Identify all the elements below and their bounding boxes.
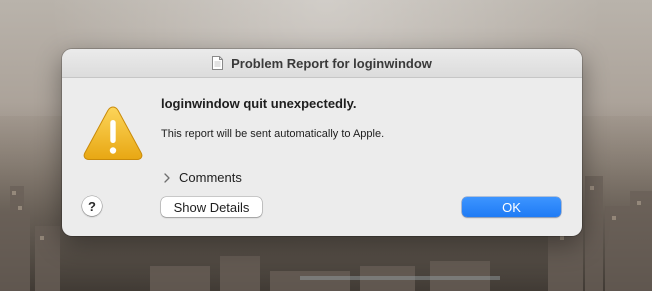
chevron-right-icon — [164, 172, 170, 183]
dialog-title: Problem Report for loginwindow — [231, 55, 432, 71]
document-icon — [212, 56, 224, 70]
comments-disclosure[interactable]: Comments — [163, 170, 242, 185]
dialog-titlebar: Problem Report for loginwindow — [62, 49, 582, 78]
alert-headline: loginwindow quit unexpectedly. — [161, 96, 357, 111]
help-button[interactable]: ? — [82, 196, 102, 216]
alert-message: This report will be sent automatically t… — [161, 128, 385, 140]
warning-triangle-icon — [83, 106, 143, 160]
comments-label: Comments — [179, 170, 242, 185]
ok-button[interactable]: OK — [462, 197, 561, 217]
problem-report-dialog: Problem Report for loginwindow loginwind… — [62, 49, 582, 236]
show-details-button[interactable]: Show Details — [161, 197, 262, 217]
